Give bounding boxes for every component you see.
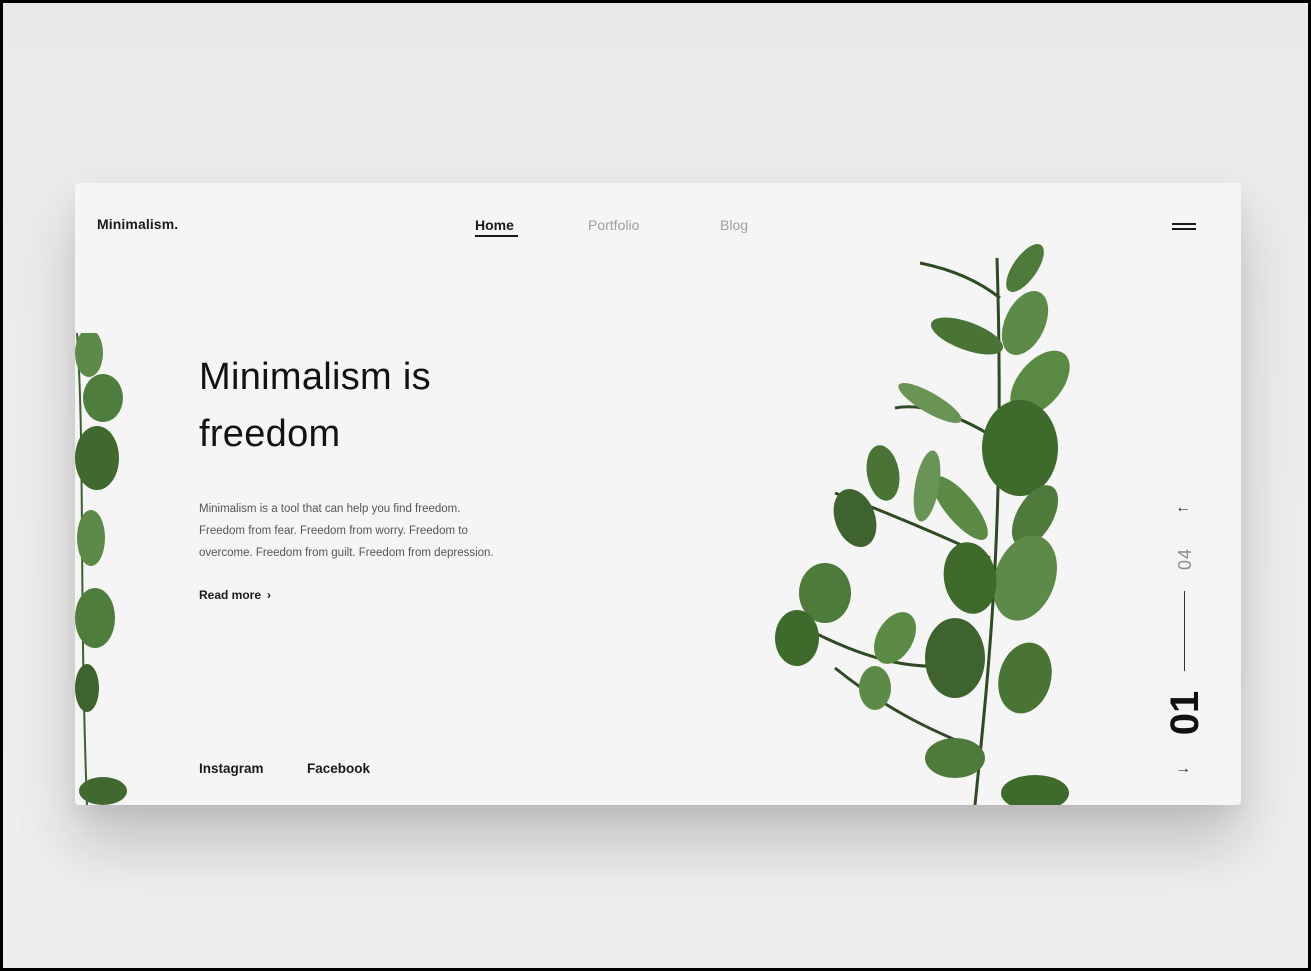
nav-active-underline xyxy=(475,235,518,237)
nav-item-home[interactable]: Home xyxy=(475,217,514,233)
nav-item-portfolio[interactable]: Portfolio xyxy=(588,217,639,233)
hero-headline-line2: freedom xyxy=(199,413,341,455)
brand-logo[interactable]: Minimalism. xyxy=(97,216,178,232)
arrow-left-icon[interactable]: ← xyxy=(1175,499,1191,517)
menu-bar-bottom xyxy=(1172,228,1196,230)
screenshot-frame: Minimalism. Home Portfolio Blog Minimali… xyxy=(0,0,1311,971)
arrow-right-icon[interactable]: → xyxy=(1175,760,1191,778)
read-more-label: Read more xyxy=(199,588,262,602)
hero-description-line2: Freedom from fear. Freedom from worry. F… xyxy=(199,525,468,537)
slide-progress-line xyxy=(1184,591,1185,671)
hamburger-menu-icon[interactable] xyxy=(1172,221,1196,233)
instagram-link[interactable]: Instagram xyxy=(199,761,264,776)
landing-page-card: Minimalism. Home Portfolio Blog Minimali… xyxy=(75,183,1241,805)
hero-headline-line1: Minimalism is xyxy=(199,356,431,398)
read-more-link[interactable]: Read more › xyxy=(199,588,271,602)
right-eucalyptus-branch-image xyxy=(775,244,1070,805)
chevron-right-icon: › xyxy=(267,588,272,602)
facebook-link[interactable]: Facebook xyxy=(307,761,370,776)
hero-headline: Minimalism is freedom xyxy=(199,349,539,463)
nav-item-blog[interactable]: Blog xyxy=(720,217,748,233)
hero-description-line3: overcome. Freedom from guilt. Freedom fr… xyxy=(199,547,494,559)
left-eucalyptus-decoration xyxy=(75,333,127,805)
menu-bar-top xyxy=(1172,223,1196,225)
hero-description-line1: Minimalism is a tool that can help you f… xyxy=(199,503,461,515)
hero-description: Minimalism is a tool that can help you f… xyxy=(199,498,579,564)
slide-total-count: 04 xyxy=(1175,547,1195,571)
slide-current-number: 01 xyxy=(1163,690,1207,736)
